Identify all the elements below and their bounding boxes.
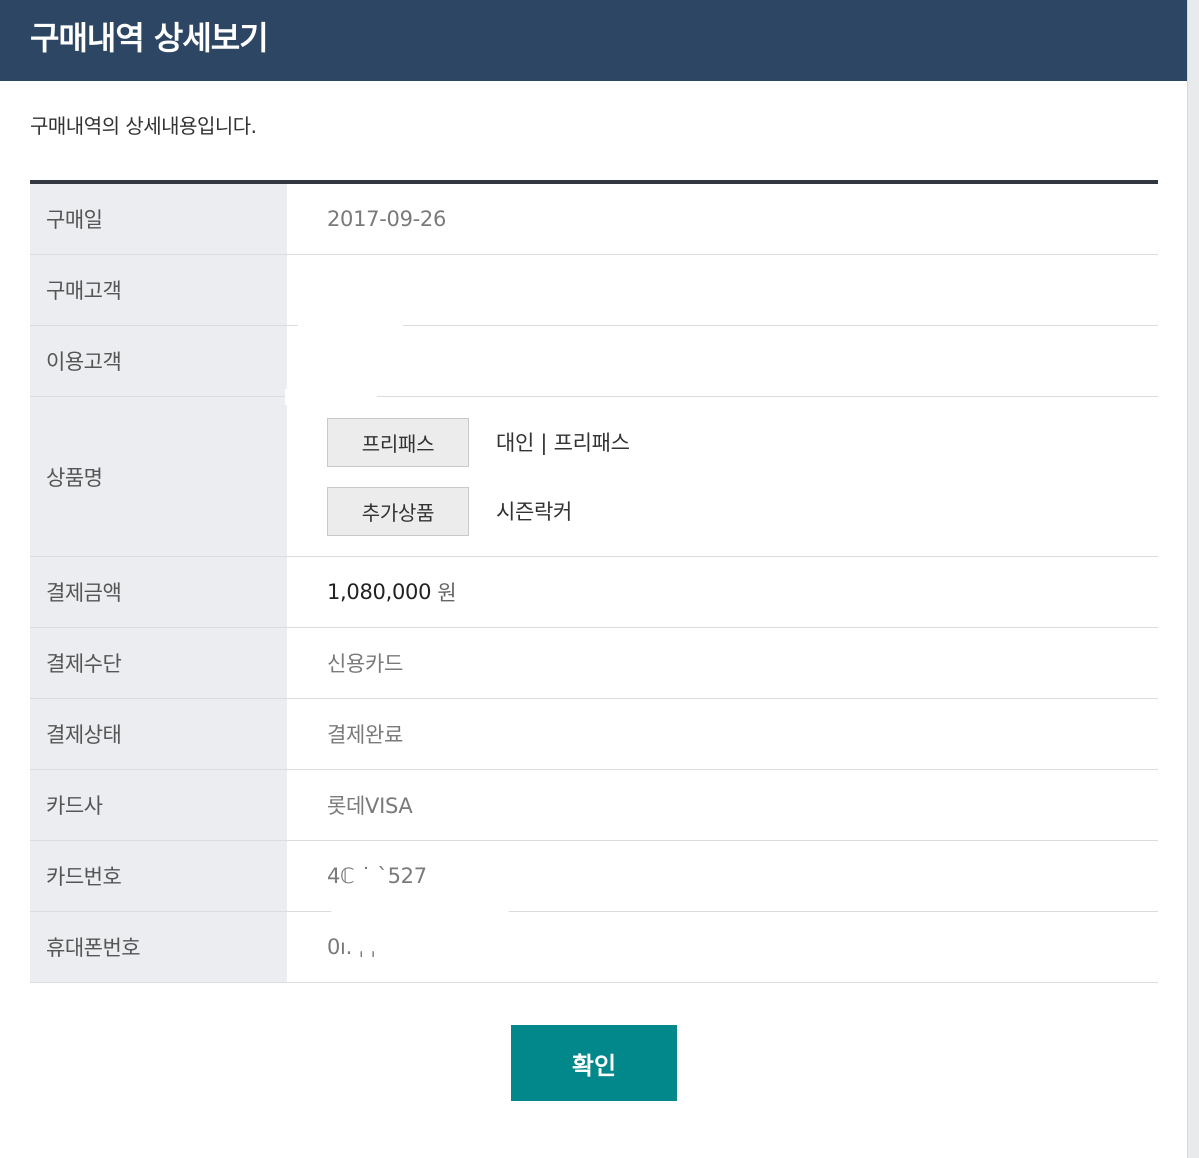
redaction-mask bbox=[298, 318, 403, 334]
phone-label: 휴대폰번호 bbox=[30, 912, 287, 982]
confirm-button[interactable]: 확인 bbox=[511, 1025, 677, 1101]
amount-number: 1,080,000 bbox=[327, 580, 432, 604]
card-number-value: 4ℂ ˙ ˋ527 bbox=[327, 864, 427, 888]
modal-description: 구매내역의 상세내용입니다. bbox=[30, 114, 257, 138]
purchase-date-value: 2017-09-26 bbox=[327, 207, 447, 231]
card-company-label: 카드사 bbox=[30, 770, 287, 840]
row-card-number: 카드번호 4ℂ ˙ ˋ527 bbox=[30, 841, 1158, 912]
redaction-mask bbox=[285, 389, 377, 405]
row-amount: 결제금액 1,080,000 원 bbox=[30, 557, 1158, 628]
phone-value: 0ı. ˌ ˌ bbox=[327, 935, 376, 959]
buyer-label: 구매고객 bbox=[30, 255, 287, 325]
user-value bbox=[287, 326, 1158, 396]
product-value: 프리패스 대인 | 프리패스 추가상품 시즌락커 bbox=[287, 397, 1158, 556]
modal-header: 구매내역 상세보기 bbox=[0, 0, 1187, 81]
row-payment-status: 결제상태 결제완료 bbox=[30, 699, 1158, 770]
row-payment-method: 결제수단 신용카드 bbox=[30, 628, 1158, 699]
purchase-detail-modal: 구매내역 상세보기 구매내역의 상세내용입니다. 구매일 2017-09-26 … bbox=[0, 0, 1187, 1158]
product-label: 상품명 bbox=[30, 397, 287, 556]
product-name: 시즌락커 bbox=[496, 500, 573, 524]
payment-method-value: 신용카드 bbox=[327, 652, 404, 676]
amount-value: 1,080,000 원 bbox=[287, 557, 1158, 627]
purchase-date-label: 구매일 bbox=[30, 184, 287, 254]
product-item: 프리패스 대인 | 프리패스 bbox=[327, 417, 630, 467]
payment-method-label: 결제수단 bbox=[30, 628, 287, 698]
product-name: 대인 | 프리패스 bbox=[496, 431, 630, 455]
product-item: 추가상품 시즌락커 bbox=[327, 486, 573, 536]
purchase-detail-table: 구매일 2017-09-26 구매고객 이용고객 상품명 프리패스 대인 | 프… bbox=[30, 180, 1158, 983]
product-tag: 추가상품 bbox=[327, 486, 469, 536]
amount-label: 결제금액 bbox=[30, 557, 287, 627]
row-buyer: 구매고객 bbox=[30, 255, 1158, 326]
modal-title: 구매내역 상세보기 bbox=[30, 19, 269, 57]
row-product: 상품명 프리패스 대인 | 프리패스 추가상품 시즌락커 bbox=[30, 397, 1158, 557]
card-number-label: 카드번호 bbox=[30, 841, 287, 911]
buyer-value bbox=[287, 255, 1158, 325]
row-purchase-date: 구매일 2017-09-26 bbox=[30, 184, 1158, 255]
scrollbar-track[interactable] bbox=[1187, 0, 1199, 1158]
product-tag: 프리패스 bbox=[327, 417, 469, 467]
row-phone: 휴대폰번호 0ı. ˌ ˌ bbox=[30, 912, 1158, 983]
payment-status-value: 결제완료 bbox=[327, 723, 404, 747]
redaction-mask bbox=[331, 906, 509, 922]
card-company-value: 롯데VISA bbox=[327, 794, 413, 818]
row-user: 이용고객 bbox=[30, 326, 1158, 397]
user-label: 이용고객 bbox=[30, 326, 287, 396]
amount-unit: 원 bbox=[437, 581, 457, 605]
payment-status-label: 결제상태 bbox=[30, 699, 287, 769]
row-card-company: 카드사 롯데VISA bbox=[30, 770, 1158, 841]
